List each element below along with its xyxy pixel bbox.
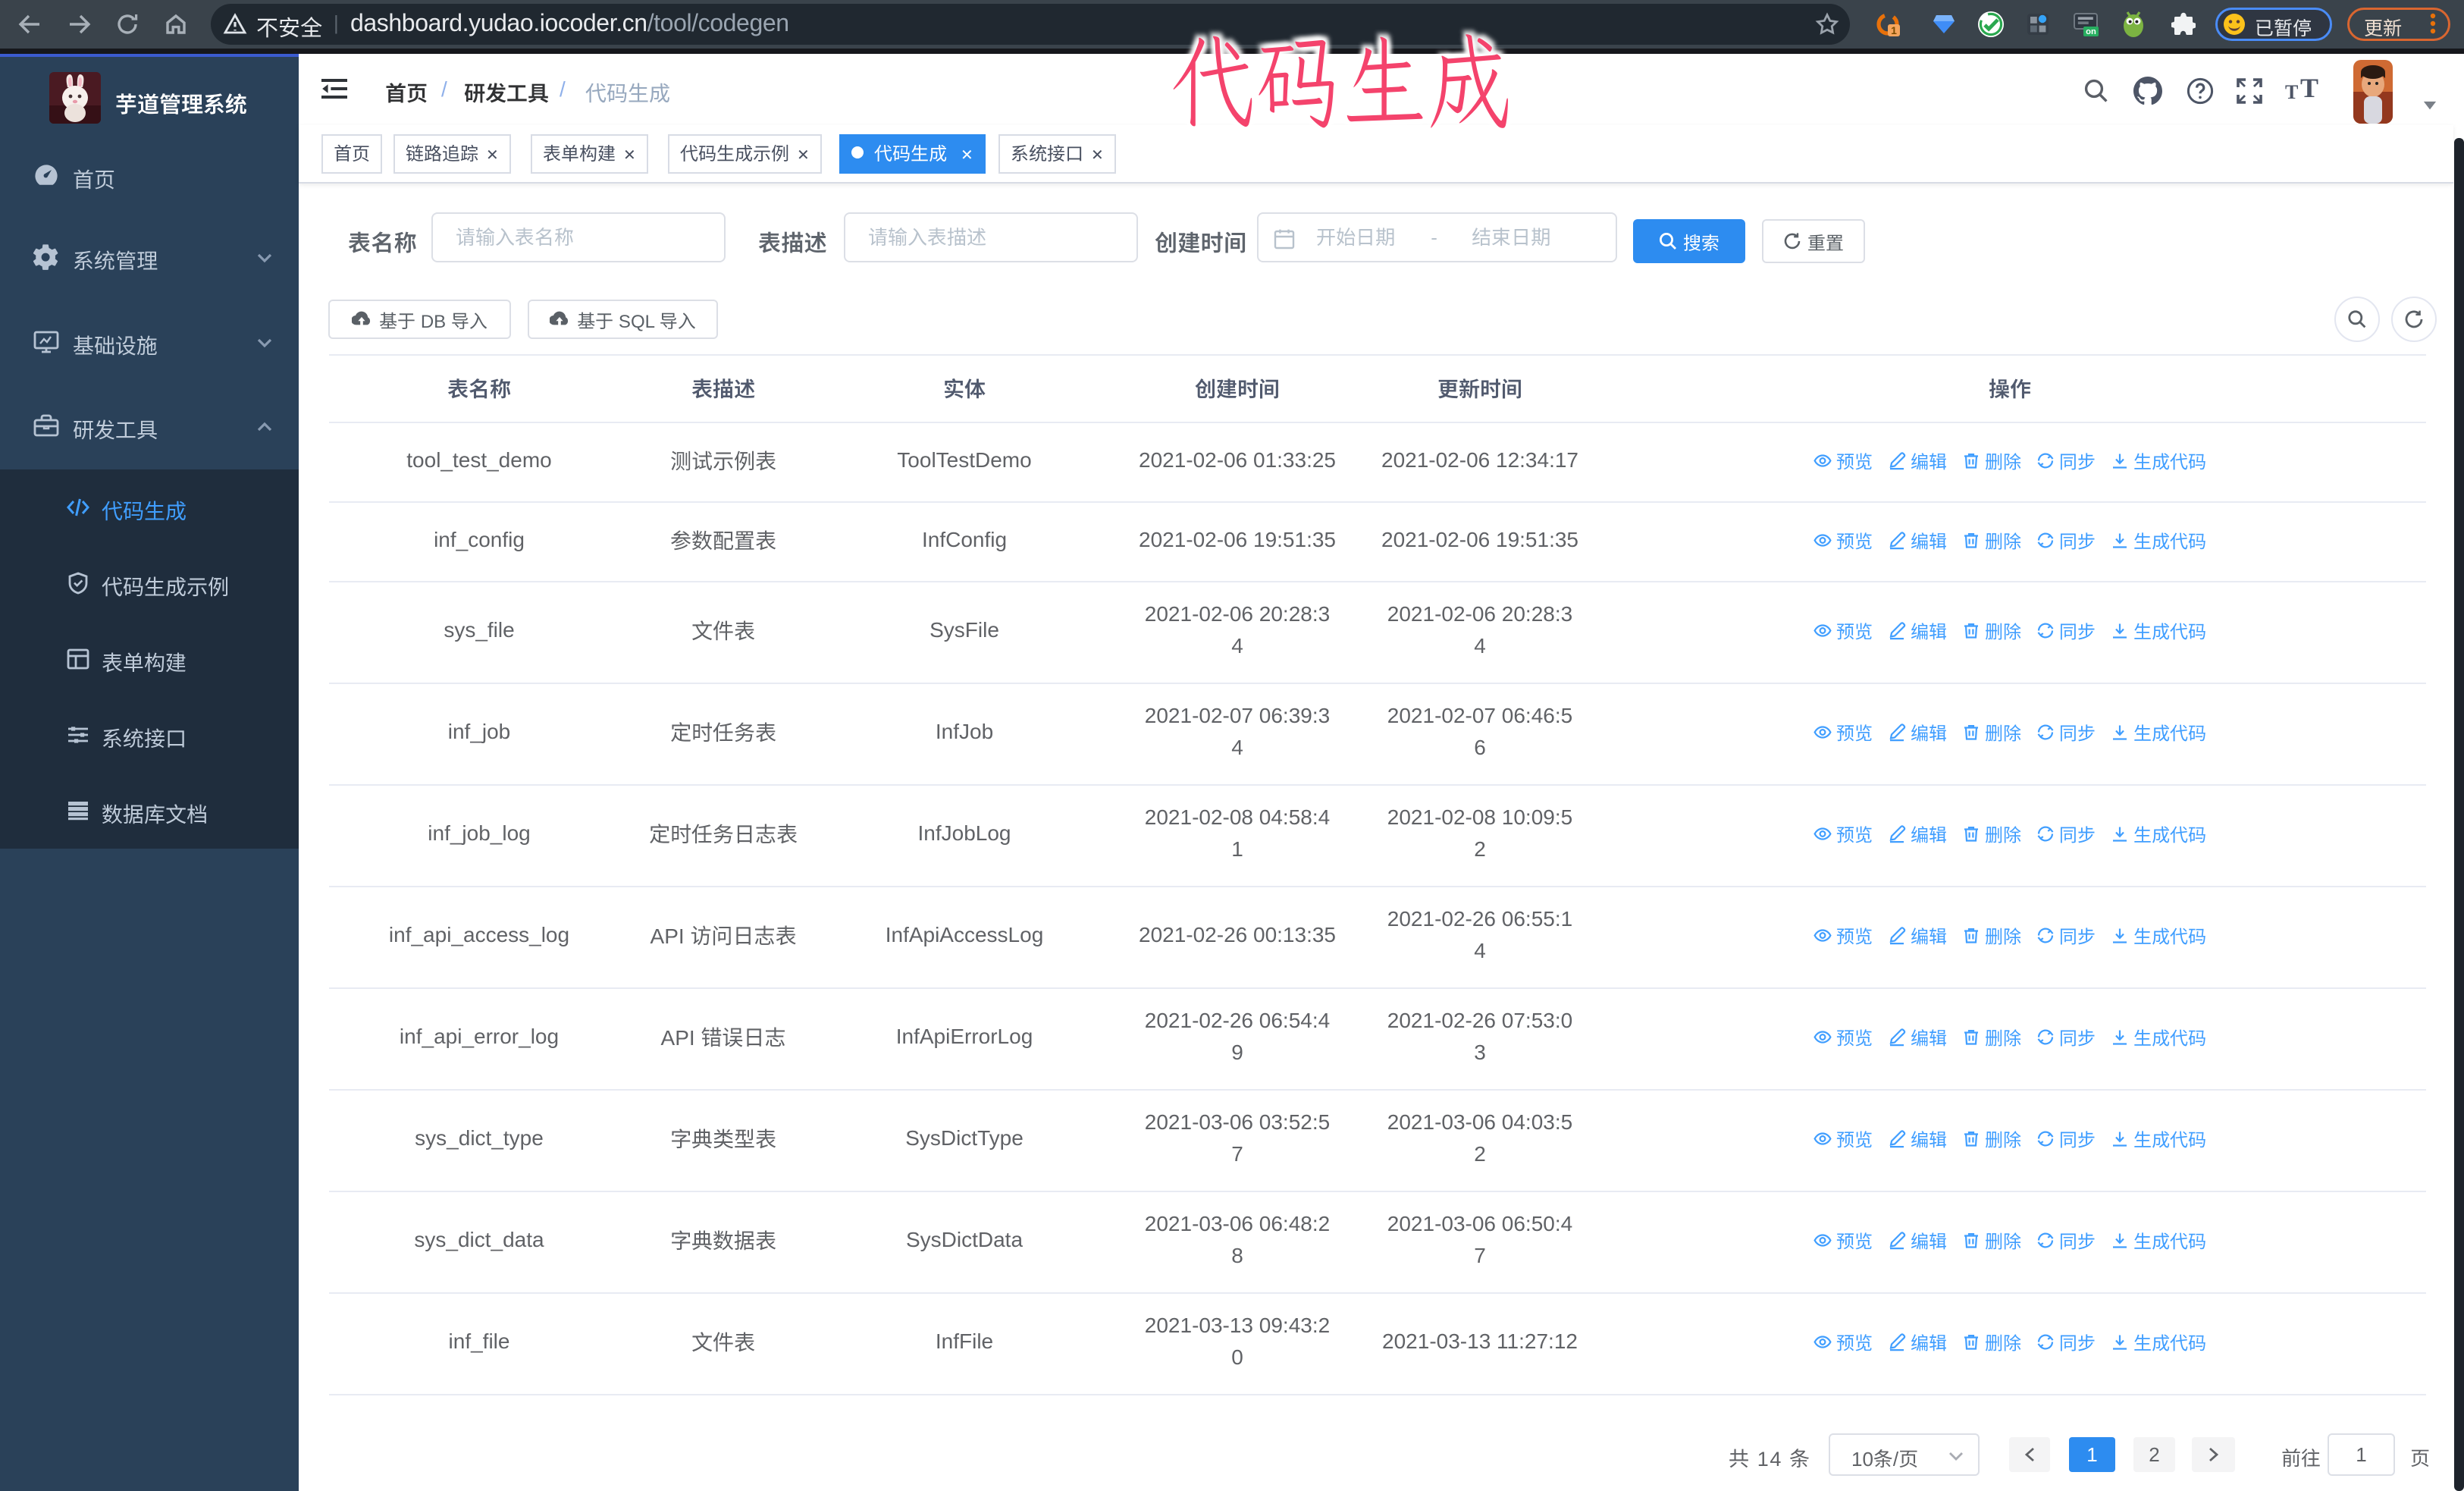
svg-text:on: on [2086,27,2096,36]
svg-text:1: 1 [1891,24,1897,36]
